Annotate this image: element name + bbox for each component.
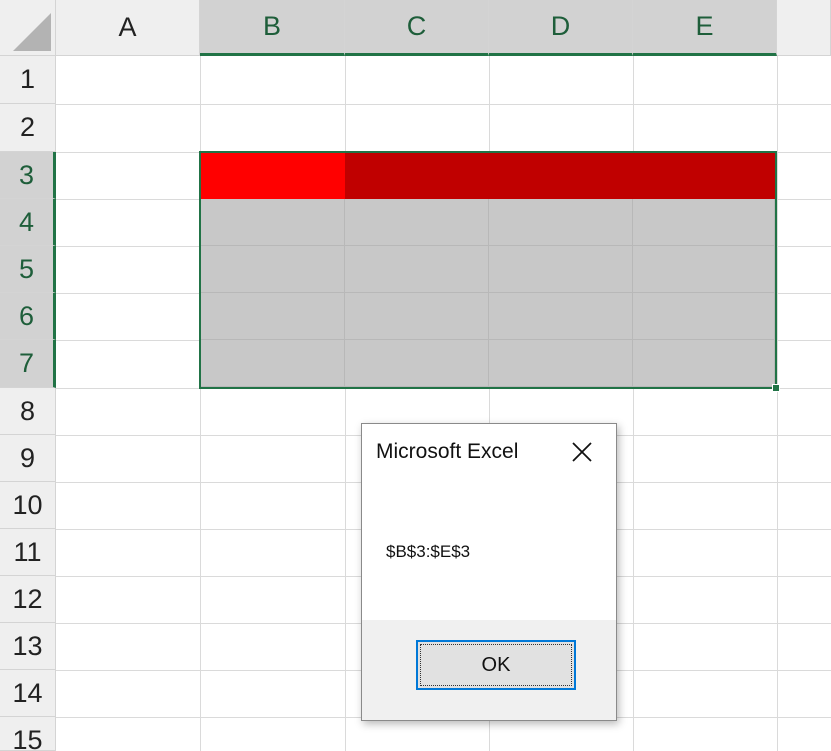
message-box-dialog: Microsoft Excel $B$3:$E$3 OK <box>361 423 617 721</box>
cell-d5[interactable] <box>489 246 633 293</box>
gridline <box>56 104 831 105</box>
cell-e7[interactable] <box>633 340 775 387</box>
cell-b7[interactable] <box>201 340 345 387</box>
cell-d6[interactable] <box>489 293 633 340</box>
row-header-1[interactable]: 1 <box>0 56 56 104</box>
row-header-2[interactable]: 2 <box>0 104 56 152</box>
fill-handle[interactable] <box>772 384 780 392</box>
cell-c7[interactable] <box>345 340 489 387</box>
row-header-10[interactable]: 10 <box>0 482 56 529</box>
cell-c5[interactable] <box>345 246 489 293</box>
cell-e5[interactable] <box>633 246 775 293</box>
gridline <box>777 56 778 751</box>
cell-c4[interactable] <box>345 199 489 246</box>
cell-c3-e3[interactable] <box>345 153 775 199</box>
spreadsheet-grid[interactable]: A B C D E 1 2 3 4 5 6 7 8 9 10 11 12 13 … <box>0 0 831 751</box>
cell-d7[interactable] <box>489 340 633 387</box>
dialog-message: $B$3:$E$3 <box>386 542 471 561</box>
ok-button[interactable]: OK <box>416 640 576 690</box>
column-header-d[interactable]: D <box>489 0 633 56</box>
cell-b3[interactable] <box>201 153 345 199</box>
row-header-5[interactable]: 5 <box>0 246 56 293</box>
column-header-f[interactable] <box>777 0 831 56</box>
row-header-12[interactable]: 12 <box>0 576 56 623</box>
gridline <box>56 388 831 389</box>
row-header-4[interactable]: 4 <box>0 199 56 246</box>
row-header-11[interactable]: 11 <box>0 529 56 576</box>
row-header-7[interactable]: 7 <box>0 340 56 388</box>
select-all-triangle-icon <box>13 13 51 51</box>
row-header-14[interactable]: 14 <box>0 670 56 717</box>
row-header-3[interactable]: 3 <box>0 152 56 199</box>
close-button[interactable] <box>564 434 600 470</box>
cell-e6[interactable] <box>633 293 775 340</box>
close-icon <box>572 442 592 462</box>
dialog-footer: OK <box>362 620 616 720</box>
cell-b4[interactable] <box>201 199 345 246</box>
row-header-9[interactable]: 9 <box>0 435 56 482</box>
column-header-c[interactable]: C <box>345 0 489 56</box>
cell-c6[interactable] <box>345 293 489 340</box>
select-all-corner[interactable] <box>0 0 56 56</box>
cell-b5[interactable] <box>201 246 345 293</box>
cell-b6[interactable] <box>201 293 345 340</box>
cell-d4[interactable] <box>489 199 633 246</box>
row-header-15[interactable]: 15 <box>0 717 56 751</box>
column-header-e[interactable]: E <box>633 0 777 56</box>
cell-e4[interactable] <box>633 199 775 246</box>
row-header-13[interactable]: 13 <box>0 623 56 670</box>
row-header-6[interactable]: 6 <box>0 293 56 340</box>
dialog-title: Microsoft Excel <box>376 440 519 463</box>
row-header-8[interactable]: 8 <box>0 388 56 435</box>
column-header-a[interactable]: A <box>56 0 200 56</box>
column-header-b[interactable]: B <box>200 0 345 56</box>
